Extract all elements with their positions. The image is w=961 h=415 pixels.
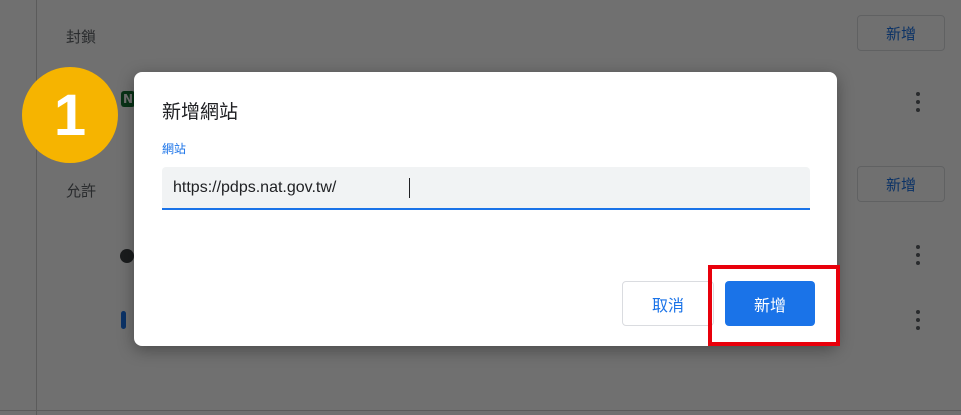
- add-site-dialog: 新增網站 網站 取消 新增: [134, 72, 837, 346]
- site-url-input[interactable]: [173, 178, 408, 197]
- site-url-field[interactable]: [162, 167, 810, 210]
- add-button[interactable]: 新增: [725, 281, 815, 326]
- dialog-title: 新增網站: [162, 101, 239, 123]
- cancel-button[interactable]: 取消: [622, 281, 714, 326]
- site-field-label: 網站: [162, 142, 187, 156]
- text-cursor: [409, 177, 410, 198]
- step-number-badge: 1: [22, 67, 118, 163]
